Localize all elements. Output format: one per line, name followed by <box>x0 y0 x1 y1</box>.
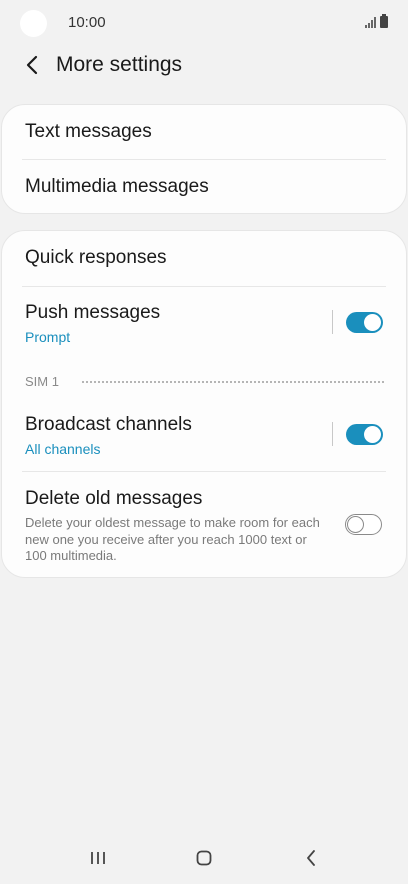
page-title: More settings <box>56 53 183 76</box>
broadcast-channels-item[interactable]: Broadcast channels All channels <box>2 399 406 471</box>
messages-settings-card: Text messages Multimedia messages <box>1 104 407 214</box>
camera-cutout <box>20 10 47 37</box>
push-messages-label: Push messages <box>25 302 161 323</box>
toggle-knob <box>364 314 381 331</box>
status-time: 10:00 <box>68 14 106 31</box>
multimedia-messages-label: Multimedia messages <box>25 176 209 197</box>
status-bar: 10:00 <box>0 0 408 46</box>
recents-button[interactable] <box>83 846 113 870</box>
section-dotted-line <box>82 381 384 383</box>
battery-icon <box>380 14 388 28</box>
sim-section-header: SIM 1 <box>2 363 406 399</box>
broadcast-channels-toggle[interactable] <box>346 424 383 445</box>
push-messages-value: Prompt <box>25 329 71 345</box>
quick-responses-item[interactable]: Quick responses <box>2 231 406 286</box>
signal-icon <box>365 16 376 28</box>
delete-old-messages-item[interactable]: Delete old messages Delete your oldest m… <box>2 472 406 577</box>
sim-section-label: SIM 1 <box>25 374 59 389</box>
recents-icon <box>91 852 105 864</box>
broadcast-channels-label: Broadcast channels <box>25 414 192 435</box>
toggle-separator <box>332 422 333 446</box>
app-bar: More settings <box>0 46 408 86</box>
navigation-bar <box>0 834 408 884</box>
delete-old-messages-label: Delete old messages <box>25 488 203 509</box>
push-messages-item[interactable]: Push messages Prompt <box>2 287 406 357</box>
nav-back-button[interactable] <box>296 846 326 870</box>
back-button[interactable] <box>18 50 46 80</box>
delete-old-messages-toggle[interactable] <box>345 514 382 535</box>
push-messages-toggle[interactable] <box>346 312 383 333</box>
multimedia-messages-item[interactable]: Multimedia messages <box>2 160 406 215</box>
delete-old-messages-description: Delete your oldest message to make room … <box>25 515 320 563</box>
broadcast-channels-value: All channels <box>25 441 101 457</box>
toggle-knob <box>364 426 381 443</box>
more-settings-card: Quick responses Push messages Prompt SIM… <box>1 230 407 578</box>
text-messages-label: Text messages <box>25 121 152 142</box>
status-icons <box>365 14 388 28</box>
toggle-knob <box>347 515 364 533</box>
text-messages-item[interactable]: Text messages <box>2 105 406 160</box>
nav-back-icon <box>307 850 315 866</box>
quick-responses-label: Quick responses <box>25 247 167 268</box>
back-arrow-icon <box>26 55 38 75</box>
toggle-separator <box>332 310 333 334</box>
home-icon <box>196 850 212 866</box>
home-button[interactable] <box>189 846 219 870</box>
